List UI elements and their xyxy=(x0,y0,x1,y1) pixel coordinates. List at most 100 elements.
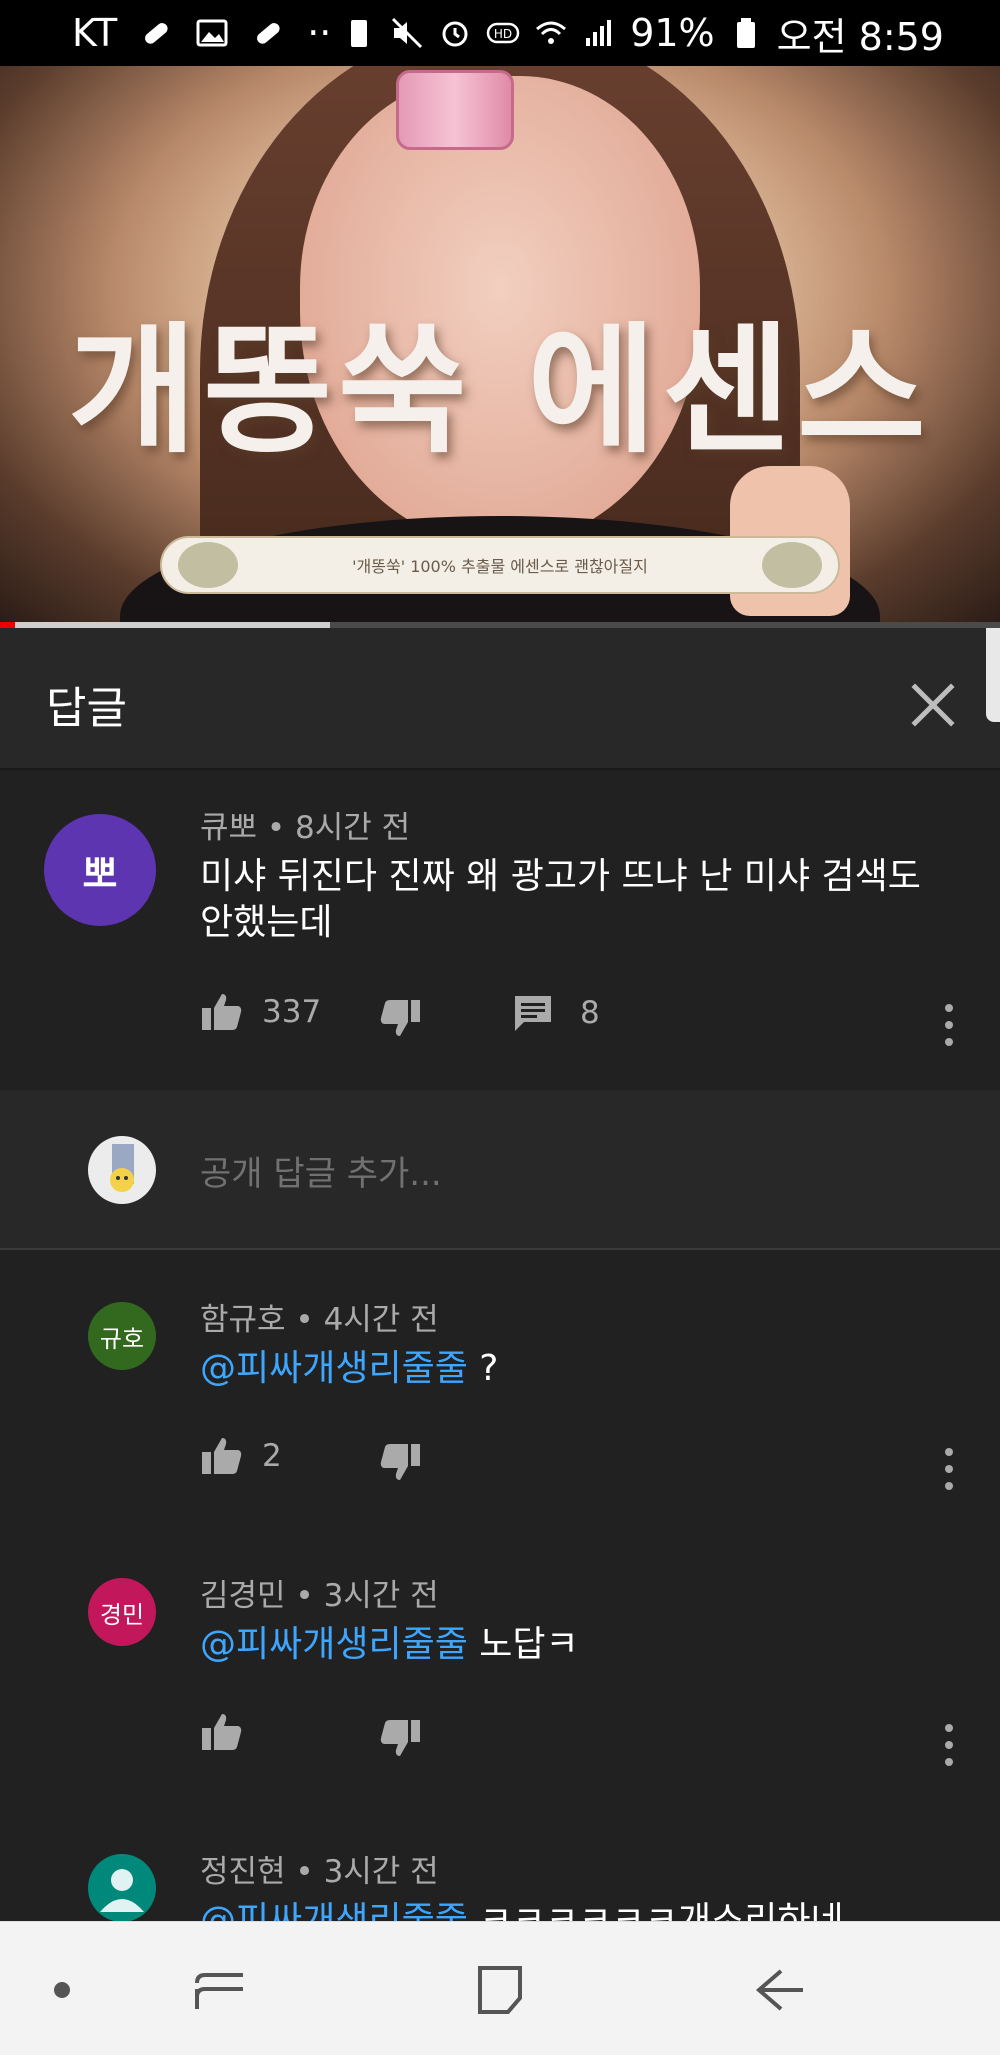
video-caption-text: '개똥쑥' 100% 추출물 에센스로 괜찮아질지 xyxy=(352,557,648,576)
user-avatar-image xyxy=(110,1144,134,1192)
reply-count: 8 xyxy=(580,995,600,1031)
navigation-bar xyxy=(0,1921,1000,2055)
carrier-label: KT xyxy=(72,11,118,55)
avatar[interactable]: 규호 xyxy=(88,1302,156,1370)
meta-separator: • xyxy=(257,810,296,846)
more-options-button[interactable] xyxy=(934,1000,964,1050)
wifi-icon xyxy=(536,21,567,44)
default-person-icon xyxy=(100,1869,144,1912)
dislike-button[interactable] xyxy=(378,996,422,1040)
thumbs-down-icon xyxy=(380,1000,420,1036)
recent-apps-button[interactable] xyxy=(180,1950,260,2030)
close-icon xyxy=(911,683,955,727)
pill-icon xyxy=(257,23,280,44)
more-options-button[interactable] xyxy=(934,1444,964,1494)
svg-text:HD: HD xyxy=(494,27,512,41)
video-frame-hair-roller xyxy=(396,70,514,150)
mention-link[interactable]: @피싸개생리줄줄 xyxy=(200,1348,468,1389)
scrollbar-handle[interactable] xyxy=(986,628,1000,722)
reply-count-button[interactable]: 8 xyxy=(512,992,600,1034)
comment-time: 3시간 전 xyxy=(323,1854,439,1890)
thumbs-down-icon xyxy=(380,1720,420,1756)
comment-time: 3시간 전 xyxy=(323,1578,439,1614)
leaf-decoration xyxy=(178,542,238,588)
more-options-button[interactable] xyxy=(934,1720,964,1770)
avatar[interactable]: 경민 xyxy=(88,1578,156,1646)
thumbs-up-icon xyxy=(202,994,242,1030)
comment-author[interactable]: 정진현 xyxy=(200,1854,286,1890)
like-count: 337 xyxy=(262,994,322,1030)
comment-text: @피싸개생리줄줄 노답ㅋ xyxy=(200,1622,579,1668)
video-caption: '개똥쑥' 100% 추출물 에센스로 괜찮아질지 xyxy=(160,536,840,594)
nav-dot-button[interactable] xyxy=(22,1950,102,2030)
hd-voice-icon: HD xyxy=(486,22,520,44)
avatar[interactable]: 뽀 xyxy=(44,814,156,926)
avatar-initial: 경민 xyxy=(99,1600,145,1629)
comment-author[interactable]: 김경민 xyxy=(200,1578,286,1614)
more-notifications-indicator: ·· xyxy=(307,11,332,55)
dislike-button[interactable] xyxy=(378,1440,422,1484)
battery-icon xyxy=(736,18,755,48)
home-icon xyxy=(478,1966,522,2014)
reply-comment: 정진현 • 3시간 전 @피싸개생리줄줄 ㅋㅋㅋㅋㅋㅋ개소리하네 xyxy=(0,1802,1000,1923)
comment-body: ㅋㅋㅋㅋㅋㅋ개소리하네 xyxy=(467,1900,844,1923)
comment-author[interactable]: 큐뽀 xyxy=(200,810,257,846)
mention-link[interactable]: @피싸개생리줄줄 xyxy=(200,1900,468,1923)
comment-meta: 정진현 • 3시간 전 xyxy=(200,1846,439,1891)
replies-panel: 답글 뽀 큐뽀 • 8시간 전 미샤 뒤진다 진짜 왜 광고가 뜨냐 난 미샤 … xyxy=(0,628,1000,1923)
dislike-button[interactable] xyxy=(378,1716,422,1760)
like-button[interactable]: 337 xyxy=(200,990,321,1034)
alarm-icon xyxy=(442,21,468,47)
avatar[interactable] xyxy=(88,1854,156,1922)
avatar-initial: 뽀 xyxy=(82,851,118,896)
battery-percent: 91% xyxy=(630,11,715,55)
comment-meta: 큐뽀 • 8시간 전 xyxy=(200,802,410,847)
meta-separator: • xyxy=(285,1302,324,1338)
comment-meta: 함규호 • 4시간 전 xyxy=(200,1294,439,1339)
back-button[interactable] xyxy=(740,1950,820,2030)
thumbs-up-icon xyxy=(202,1714,242,1750)
meta-separator: • xyxy=(285,1854,324,1890)
add-reply-row[interactable]: 공개 답글 추가... xyxy=(0,1090,1000,1250)
recent-apps-icon xyxy=(195,1973,243,2009)
mention-link[interactable]: @피싸개생리줄줄 xyxy=(200,1624,468,1665)
add-reply-input[interactable]: 공개 답글 추가... xyxy=(200,1146,442,1195)
avatar-initial: 규호 xyxy=(99,1324,145,1353)
back-arrow-icon xyxy=(755,1969,803,2011)
like-button[interactable] xyxy=(200,1710,244,1754)
comment-text: @피싸개생리줄줄 ? xyxy=(200,1346,498,1392)
comment-body: ? xyxy=(467,1348,499,1389)
like-count: 2 xyxy=(262,1438,282,1474)
thumbs-down-icon xyxy=(380,1444,420,1480)
video-player[interactable]: 개똥쑥 에센스 '개똥쑥' 100% 추출물 에센스로 괜찮아질지 xyxy=(0,66,1000,626)
comment-time: 8시간 전 xyxy=(295,810,411,846)
dot-icon xyxy=(54,1982,70,1998)
user-avatar[interactable] xyxy=(88,1136,156,1204)
pill-icon xyxy=(145,23,168,44)
clock: 오전 8:59 xyxy=(776,14,944,59)
close-button[interactable] xyxy=(898,670,968,740)
mute-icon xyxy=(392,17,423,49)
comment-body: 노답ㅋ xyxy=(467,1624,579,1665)
reply-comment: 규호 함규호 • 4시간 전 @피싸개생리줄줄 ? 2 xyxy=(0,1250,1000,1526)
meta-separator: • xyxy=(285,1578,324,1614)
battery-saver-icon xyxy=(351,20,368,47)
like-button[interactable]: 2 xyxy=(200,1434,282,1478)
comment-meta: 김경민 • 3시간 전 xyxy=(200,1570,439,1615)
thumbs-up-icon xyxy=(202,1438,242,1474)
reply-comment: 경민 김경민 • 3시간 전 @피싸개생리줄줄 노답ㅋ xyxy=(0,1526,1000,1802)
comment-text: @피싸개생리줄줄 ㅋㅋㅋㅋㅋㅋ개소리하네 xyxy=(200,1898,844,1923)
parent-comment: 뽀 큐뽀 • 8시간 전 미샤 뒤진다 진짜 왜 광고가 뜨냐 난 미샤 검색도… xyxy=(0,772,1000,1090)
comment-text: 미샤 뒤진다 진짜 왜 광고가 뜨냐 난 미샤 검색도 안했는데 xyxy=(200,854,921,946)
home-button[interactable] xyxy=(460,1950,540,2030)
image-icon xyxy=(196,19,228,47)
video-overlay-title: 개똥쑥 에센스 xyxy=(68,310,932,473)
comment-author[interactable]: 함규호 xyxy=(200,1302,286,1338)
comment-text-line: 안했는데 xyxy=(200,902,333,943)
panel-header: 답글 xyxy=(0,628,1000,770)
comment-time: 4시간 전 xyxy=(323,1302,439,1338)
status-bar: KT ·· HD 91% 오전 8:59 xyxy=(0,0,1000,66)
signal-icon xyxy=(586,20,612,46)
comment-text-line: 미샤 뒤진다 진짜 왜 광고가 뜨냐 난 미샤 검색도 xyxy=(200,856,921,897)
comment-icon xyxy=(515,996,551,1031)
